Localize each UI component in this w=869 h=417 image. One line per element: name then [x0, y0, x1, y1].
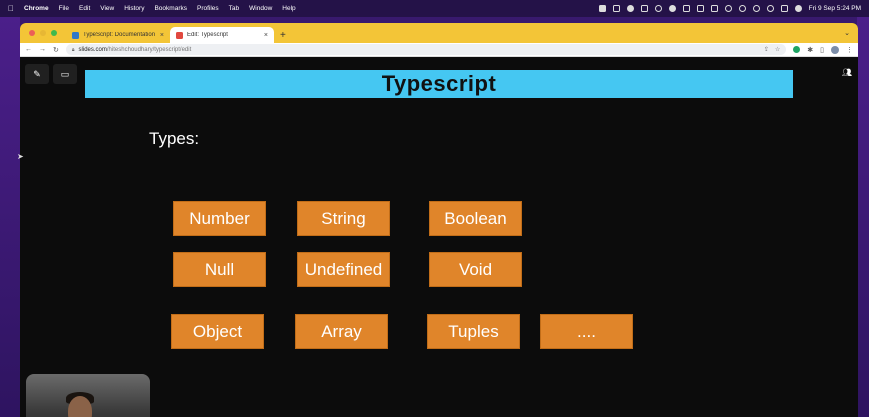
menu-file[interactable]: File — [59, 5, 69, 12]
share-icon[interactable]: ⇪ — [764, 46, 769, 53]
status-icon-9[interactable] — [710, 5, 718, 12]
sidebar-icon[interactable]: ▯ — [820, 46, 824, 54]
apple-icon[interactable]:  — [8, 4, 14, 13]
browser-toolbar: ← → ↻ 🔒︎ slides.com /hiteshchoudhary/typ… — [20, 43, 858, 57]
siri-icon[interactable] — [794, 5, 802, 12]
status-icon-3[interactable] — [626, 5, 634, 12]
typescript-favicon-icon — [72, 31, 79, 39]
type-box-boolean: Boolean — [429, 201, 522, 236]
webcam-overlay — [26, 374, 150, 417]
minimize-window-button[interactable] — [40, 30, 46, 36]
control-center-icon[interactable] — [780, 5, 788, 12]
lock-icon[interactable]: 🔒︎ — [72, 47, 75, 53]
type-box-number: Number — [173, 201, 266, 236]
chrome-window: TypeScript: Documentation - T × Edit: Ty… — [20, 23, 858, 417]
menu-profiles[interactable]: Profiles — [197, 5, 219, 12]
menu-edit[interactable]: Edit — [79, 5, 90, 12]
status-icon-8[interactable] — [696, 5, 704, 12]
type-box-null: Null — [173, 252, 266, 287]
zoom-window-button[interactable] — [51, 30, 57, 36]
menu-help[interactable]: Help — [282, 5, 295, 12]
slide-title-bar: Typescript — [85, 70, 793, 98]
profile-avatar[interactable] — [831, 45, 839, 54]
chrome-menu-icon[interactable]: ⋮ — [846, 46, 853, 54]
status-icon-11[interactable] — [738, 5, 746, 12]
present-button[interactable]: ▭ — [53, 64, 77, 84]
toolbar-right: ✱ ▯ ⋮ — [793, 45, 853, 54]
status-icon-2[interactable] — [612, 5, 620, 12]
new-tab-button[interactable]: + — [280, 30, 286, 41]
monitor-icon: ▭ — [60, 68, 70, 79]
extensions-puzzle-icon[interactable]: ✱ — [807, 46, 813, 54]
back-arrow-icon[interactable]: ← — [25, 46, 32, 53]
tab-typescript-docs[interactable]: TypeScript: Documentation - T × — [66, 27, 170, 43]
slides-favicon-icon — [176, 31, 183, 39]
reload-icon[interactable]: ↻ — [53, 46, 59, 54]
spotlight-icon[interactable] — [766, 5, 774, 12]
url-host: slides.com — [78, 46, 107, 53]
slides-editor: ✎ ▭ 👥︎ Typescript Types: Number String B… — [20, 58, 858, 417]
window-controls — [29, 30, 57, 36]
tab-close-icon[interactable]: × — [160, 32, 164, 39]
forward-arrow-icon[interactable]: → — [39, 46, 46, 53]
type-box-string: String — [297, 201, 390, 236]
tab-label: TypeScript: Documentation - T — [83, 32, 156, 38]
url-path: /hiteshchoudhary/typescript/edit — [106, 46, 192, 53]
grammarly-extension-icon[interactable] — [793, 46, 801, 53]
wallpaper-right-edge — [857, 17, 869, 417]
menu-tab[interactable]: Tab — [229, 5, 239, 12]
type-box-tuples: Tuples — [427, 314, 520, 349]
mac-menubar:  Chrome File Edit View History Bookmark… — [0, 0, 869, 17]
menubar-clock[interactable]: Fri 9 Sep 5:24 PM — [809, 5, 861, 12]
tab-edit-typescript[interactable]: Edit: Typescript × — [170, 27, 274, 43]
dropbox-icon[interactable] — [640, 5, 648, 12]
menu-window[interactable]: Window — [249, 5, 272, 12]
type-box-undefined: Undefined — [297, 252, 390, 287]
tab-search-chevron-icon[interactable]: ⌄ — [844, 29, 850, 37]
close-window-button[interactable] — [29, 30, 35, 36]
slide-title: Typescript — [381, 71, 497, 96]
menu-history[interactable]: History — [124, 5, 144, 12]
tab-close-icon[interactable]: × — [264, 32, 268, 39]
status-icons: Fri 9 Sep 5:24 PM — [598, 5, 861, 12]
address-bar-actions: ⇪ ☆ — [764, 46, 780, 53]
pen-icon: ✎ — [33, 68, 41, 79]
tab-strip: TypeScript: Documentation - T × Edit: Ty… — [20, 23, 858, 43]
menu-app-name[interactable]: Chrome — [24, 5, 49, 12]
wallpaper-left-edge — [0, 17, 20, 417]
menu-bookmarks[interactable]: Bookmarks — [154, 5, 187, 12]
types-heading: Types: — [149, 129, 200, 148]
status-icon-6[interactable] — [668, 5, 676, 12]
bluetooth-icon[interactable] — [724, 5, 732, 12]
collaborators-icon[interactable]: 👥︎ — [842, 68, 852, 77]
status-icon-5[interactable] — [654, 5, 662, 12]
type-box-more: .... — [540, 314, 633, 349]
status-icon-7[interactable] — [682, 5, 690, 12]
bookmark-star-icon[interactable]: ☆ — [775, 46, 780, 53]
type-box-void: Void — [429, 252, 522, 287]
wifi-icon[interactable] — [752, 5, 760, 12]
address-bar[interactable]: 🔒︎ slides.com /hiteshchoudhary/typescrip… — [65, 44, 787, 55]
edit-pen-button[interactable]: ✎ — [25, 64, 49, 84]
status-icon-1[interactable] — [598, 5, 606, 12]
menu-view[interactable]: View — [100, 5, 114, 12]
type-box-array: Array — [295, 314, 388, 349]
mouse-cursor-icon: ➤ — [17, 152, 24, 161]
tab-label: Edit: Typescript — [187, 32, 228, 38]
type-box-object: Object — [171, 314, 264, 349]
